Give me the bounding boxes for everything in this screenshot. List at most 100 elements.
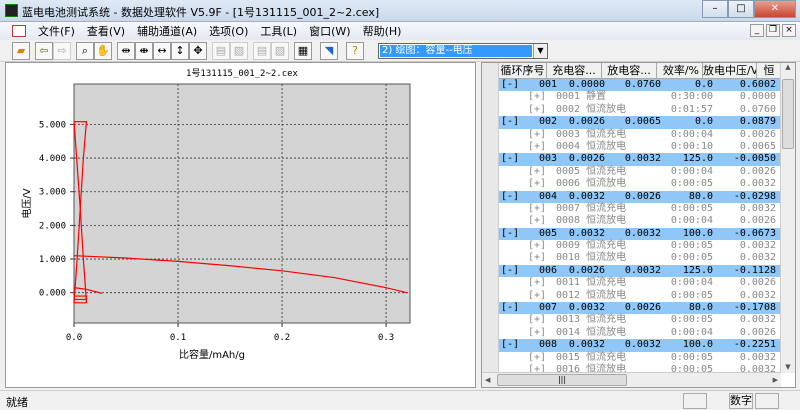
- expand-toggle[interactable]: [+]: [528, 203, 546, 215]
- cycle-row[interactable]: [-] 005 0.0032 0.0032 100.0 -0.0673: [499, 227, 781, 241]
- cycle-row[interactable]: [-] 004 0.0032 0.0026 80.0 -0.0298: [499, 190, 781, 203]
- step-row[interactable]: [+] 0009 恒流充电 0:00:05 0.0032: [499, 240, 781, 252]
- expand-toggle[interactable]: [+]: [528, 277, 546, 289]
- help-icon[interactable]: ?: [346, 42, 364, 60]
- horizontal-scrollbar[interactable]: ◀ ||| ▶: [482, 372, 781, 387]
- step-row[interactable]: [+] 0011 恒流充电 0:00:04 0.0026: [499, 277, 781, 289]
- expand-toggle[interactable]: [+]: [528, 166, 546, 178]
- collapse-toggle[interactable]: [-]: [501, 339, 519, 351]
- vertical-scroll-thumb[interactable]: [782, 79, 794, 149]
- disabled-tool-3-icon[interactable]: ▤: [253, 42, 271, 60]
- step-row[interactable]: [+] 0013 恒流充电 0:00:05 0.0032: [499, 314, 781, 326]
- disabled-tool-4-icon[interactable]: ▧: [271, 42, 289, 60]
- step-row[interactable]: [+] 0010 恒流放电 0:00:05 0.0032: [499, 252, 781, 264]
- mdi-restore-button[interactable]: ❐: [766, 24, 780, 37]
- step-row[interactable]: [+] 0008 恒流放电 0:00:04 0.0026: [499, 215, 781, 227]
- step-row[interactable]: [+] 0005 恒流充电 0:00:04 0.0026: [499, 166, 781, 178]
- fit-all-icon[interactable]: ✥: [189, 42, 207, 60]
- scroll-left-icon[interactable]: ◀: [485, 376, 490, 384]
- fit-height-icon[interactable]: ↕: [171, 42, 189, 60]
- menu-options[interactable]: 选项(O): [203, 23, 254, 39]
- cycle-row[interactable]: [-] 007 0.0032 0.0026 80.0 -0.1708: [499, 302, 781, 315]
- cycle-row[interactable]: [-] 003 0.0026 0.0032 125.0 -0.0050: [499, 153, 781, 166]
- menu-tools[interactable]: 工具(L): [254, 23, 303, 39]
- expand-toggle[interactable]: [+]: [528, 290, 546, 302]
- step-row[interactable]: [+] 0015 恒流充电 0:00:05 0.0032: [499, 352, 781, 364]
- expand-toggle[interactable]: [+]: [528, 352, 546, 364]
- col-truncated[interactable]: 恒: [757, 63, 781, 78]
- collapse-toggle[interactable]: [-]: [501, 116, 519, 128]
- grid-table-icon[interactable]: ▦: [294, 42, 312, 60]
- col-cycle-no[interactable]: 循环序号: [499, 63, 547, 78]
- expand-toggle[interactable]: [+]: [528, 327, 546, 339]
- minimize-button[interactable]: –: [702, 0, 728, 18]
- maximize-button[interactable]: □: [728, 0, 754, 18]
- expand-toggle[interactable]: [+]: [528, 141, 546, 153]
- collapse-toggle[interactable]: [-]: [501, 191, 519, 203]
- expand-toggle[interactable]: [+]: [528, 104, 546, 116]
- document-icon[interactable]: [12, 25, 26, 37]
- expand-toggle[interactable]: [+]: [528, 215, 546, 227]
- cycle-row[interactable]: [-] 006 0.0026 0.0032 125.0 -0.1128: [499, 264, 781, 278]
- step-row[interactable]: [+] 0006 恒流放电 0:00:05 0.0032: [499, 178, 781, 190]
- cycle-row[interactable]: [-] 008 0.0032 0.0032 100.0 -0.2251: [499, 339, 781, 352]
- menu-file[interactable]: 文件(F): [32, 23, 81, 39]
- collapse-toggle[interactable]: [-]: [501, 265, 519, 277]
- disabled-tool-2-icon[interactable]: ▧: [230, 42, 248, 60]
- step-row[interactable]: [+] 0014 恒流放电 0:00:04 0.0026: [499, 327, 781, 339]
- zoom-icon[interactable]: ⌕: [76, 42, 94, 60]
- collapse-toggle[interactable]: [-]: [501, 228, 519, 240]
- expand-toggle[interactable]: [+]: [528, 129, 546, 141]
- col-charge-cap[interactable]: 充电容...: [547, 63, 602, 78]
- fit-width-icon[interactable]: ↔: [153, 42, 171, 60]
- scroll-right-icon[interactable]: ▶: [773, 376, 778, 384]
- pan-hand-icon[interactable]: ✋: [94, 42, 112, 60]
- y-tick-label: 2.000: [39, 221, 66, 231]
- cycle-row[interactable]: [-] 002 0.0026 0.0065 0.0 0.0879: [499, 116, 781, 129]
- col-discharge-cap[interactable]: 放电容...: [602, 63, 657, 78]
- step-time: 0:00:05: [670, 252, 713, 264]
- menu-aux-channel[interactable]: 辅助通道(A): [131, 23, 203, 39]
- close-button[interactable]: ✕: [754, 0, 796, 18]
- col-efficiency[interactable]: 效率/%: [657, 63, 703, 78]
- vertical-scrollbar[interactable]: ▲ ▼: [780, 63, 795, 373]
- open-folder-icon[interactable]: ▰: [12, 42, 30, 60]
- step-row[interactable]: [+] 0003 恒流充电 0:00:04 0.0026: [499, 129, 781, 141]
- disabled-tool-1-icon[interactable]: ▤: [212, 42, 230, 60]
- step-row[interactable]: [+] 0002 恒流放电 0:01:57 0.0760: [499, 104, 781, 116]
- expand-horizontal-icon[interactable]: ⇼: [135, 42, 153, 60]
- step-row[interactable]: [+] 0012 恒流放电 0:00:05 0.0032: [499, 290, 781, 302]
- menu-view[interactable]: 查看(V): [81, 23, 131, 39]
- cycle-no: 002: [539, 116, 558, 128]
- scroll-down-icon[interactable]: ▼: [781, 363, 795, 371]
- cycle-row[interactable]: [-] 001 0.0000 0.0760 0.0 0.6002: [499, 79, 781, 92]
- mdi-close-button[interactable]: ×: [782, 24, 796, 37]
- y-axis-label: 电压/V: [20, 188, 33, 218]
- curve-style-icon[interactable]: ◥: [320, 42, 338, 60]
- step-row[interactable]: [+] 0007 恒流充电 0:00:05 0.0032: [499, 203, 781, 215]
- efficiency: 100.0: [682, 227, 713, 239]
- expand-toggle[interactable]: [+]: [528, 314, 546, 326]
- menu-window[interactable]: 窗口(W): [303, 23, 356, 39]
- step-row[interactable]: [+] 0004 恒流放电 0:00:10 0.0065: [499, 141, 781, 153]
- collapse-toggle[interactable]: [-]: [501, 153, 519, 165]
- scroll-up-icon[interactable]: ▲: [781, 63, 795, 71]
- menu-help[interactable]: 帮助(H): [357, 23, 408, 39]
- col-discharge-mid-voltage[interactable]: 放电中压/V: [703, 63, 757, 78]
- collapse-toggle[interactable]: [-]: [501, 302, 519, 314]
- expand-toggle[interactable]: [+]: [528, 252, 546, 264]
- expand-toggle[interactable]: [+]: [528, 240, 546, 252]
- cycle-no: 005: [539, 227, 558, 239]
- capacity-voltage-chart[interactable]: 1号131115_001_2~2.cex 0.0 0.1 0.2 0.3 0.000 1.0…: [6, 63, 477, 389]
- collapse-toggle[interactable]: [-]: [501, 79, 519, 91]
- shrink-horizontal-icon[interactable]: ⇹: [117, 42, 135, 60]
- step-row[interactable]: [+] 0001 静置 0:30:00 0.0000: [499, 91, 781, 103]
- expand-toggle[interactable]: [+]: [528, 178, 546, 190]
- horizontal-scroll-thumb[interactable]: |||: [497, 374, 627, 386]
- back-arrow-icon[interactable]: ⇦: [35, 42, 53, 60]
- plot-type-select[interactable]: 2) 绘图：容量--电压 ▼: [378, 43, 548, 59]
- forward-arrow-icon[interactable]: ⇨: [53, 42, 71, 60]
- chevron-down-icon[interactable]: ▼: [533, 44, 547, 58]
- expand-toggle[interactable]: [+]: [528, 91, 546, 103]
- mdi-minimize-button[interactable]: _: [750, 24, 764, 37]
